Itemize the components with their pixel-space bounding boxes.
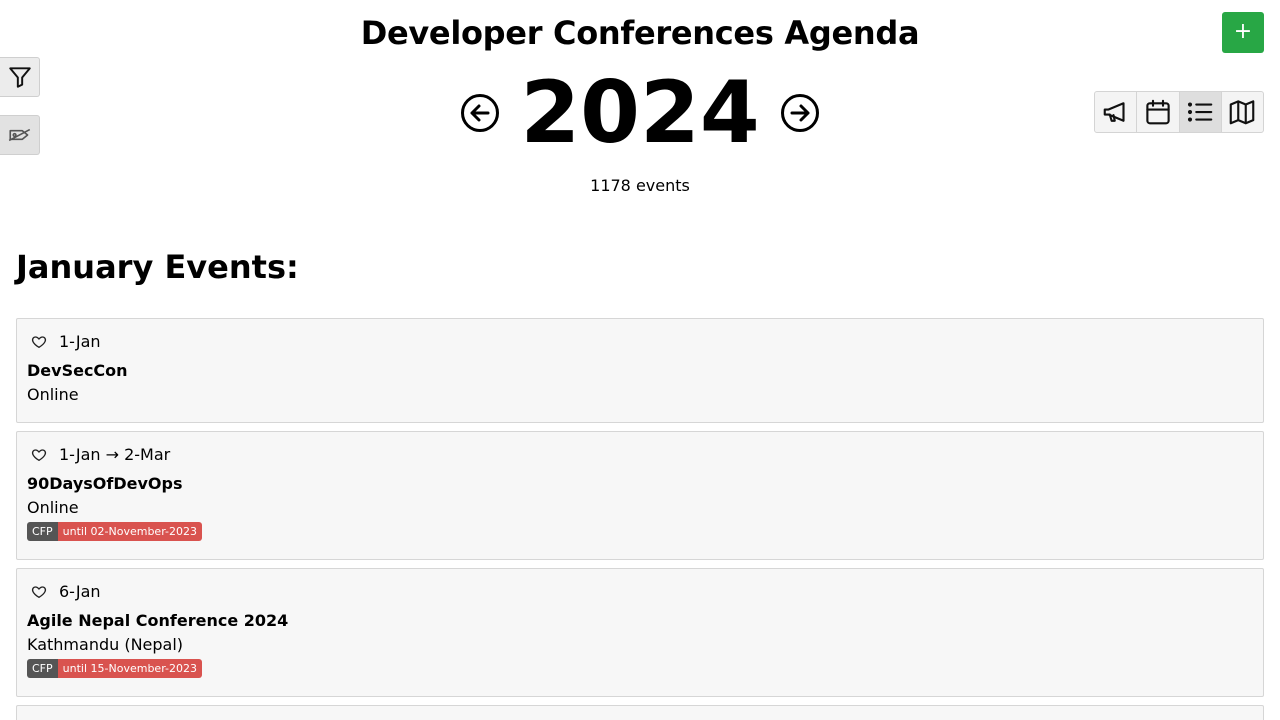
event-location: Kathmandu (Nepal) <box>27 635 184 654</box>
next-year-button[interactable] <box>780 93 820 133</box>
event-location: Online <box>27 385 79 404</box>
event-location: Online <box>27 498 79 517</box>
event-list: 1-Jan DevSecCon Online 1-Jan → 2-Mar 90D… <box>16 318 1264 720</box>
event-count: 1178 events <box>590 176 690 195</box>
list-view-button[interactable] <box>1179 92 1222 132</box>
year-navigator: 2024 <box>0 68 1280 158</box>
arrow-left-circle-icon <box>461 94 500 132</box>
cfp-deadline: until 02-November-2023 <box>57 522 202 541</box>
page: Developer Conferences Agenda + 2024 1178… <box>0 0 1280 720</box>
event-card[interactable] <box>16 705 1264 720</box>
event-card[interactable]: 6-Jan Agile Nepal Conference 2024 Kathma… <box>16 568 1264 697</box>
event-date: 6-Jan <box>59 582 101 601</box>
event-date: 1-Jan <box>59 332 101 351</box>
cfp-deadline: until 15-November-2023 <box>57 659 202 678</box>
megaphone-icon <box>1103 102 1125 122</box>
favorite-button[interactable] <box>29 332 49 352</box>
cfp-label: CFP <box>27 522 58 541</box>
add-event-button[interactable]: + <box>1222 12 1264 53</box>
heart-icon <box>31 585 47 598</box>
event-name: Agile Nepal Conference 2024 <box>27 611 289 630</box>
event-date: 1-Jan → 2-Mar <box>59 445 171 464</box>
previous-year-button[interactable] <box>460 93 500 133</box>
list-icon <box>1188 102 1213 122</box>
event-name: 90DaysOfDevOps <box>27 474 183 493</box>
calls-view-button[interactable] <box>1095 92 1138 132</box>
heart-icon <box>31 335 47 348</box>
page-title: Developer Conferences Agenda <box>360 14 920 52</box>
event-card[interactable]: 1-Jan DevSecCon Online <box>16 318 1264 423</box>
calendar-icon <box>1146 99 1170 125</box>
view-switcher <box>1094 91 1264 133</box>
cfp-label: CFP <box>27 659 58 678</box>
calendar-view-button[interactable] <box>1137 92 1180 132</box>
map-icon <box>1230 100 1255 125</box>
month-heading: January Events: <box>16 248 299 286</box>
favorite-button[interactable] <box>29 445 49 465</box>
year-label: 2024 <box>520 63 760 163</box>
map-view-button[interactable] <box>1222 92 1263 132</box>
heart-icon <box>31 448 47 461</box>
arrow-right-circle-icon <box>780 94 819 132</box>
favorite-button[interactable] <box>29 582 49 602</box>
event-card[interactable]: 1-Jan → 2-Mar 90DaysOfDevOps Online CFP … <box>16 431 1264 560</box>
cfp-badge[interactable]: CFP until 15-November-2023 <box>27 659 202 678</box>
cfp-badge[interactable]: CFP until 02-November-2023 <box>27 522 202 541</box>
event-name: DevSecCon <box>27 361 128 380</box>
